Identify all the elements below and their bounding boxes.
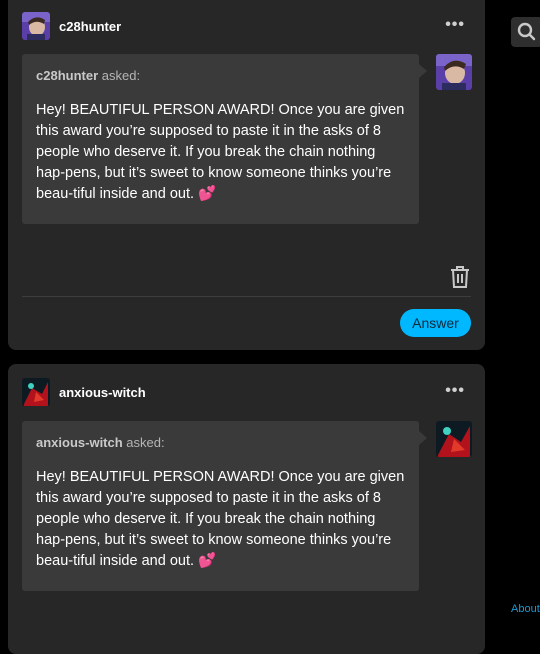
question-body: Hey! BEAUTIFUL PERSON AWARD! Once you ar… <box>36 469 405 569</box>
more-options-icon[interactable]: ••• <box>445 382 465 400</box>
trash-icon[interactable] <box>449 265 471 289</box>
about-link[interactable]: About <box>511 603 540 615</box>
question-body: Hey! BEAUTIFUL PERSON AWARD! Once you ar… <box>36 102 405 202</box>
ask-bubble: c28hunter asked: Hey! BEAUTIFUL PERSON A… <box>22 54 427 224</box>
heart-emoji: 💕 <box>198 186 217 202</box>
post-footer-divider <box>22 296 471 297</box>
ask-question-text: Hey! BEAUTIFUL PERSON AWARD! Once you ar… <box>36 467 408 572</box>
bubble-pointer <box>419 431 427 445</box>
ask-post-card: anxious-witch ••• anxious-witch asked: H… <box>8 364 485 654</box>
dashboard-feed: c28hunter ••• c28hunter asked: Hey! BEAU… <box>0 0 497 654</box>
ask-question-text: Hey! BEAUTIFUL PERSON AWARD! Once you ar… <box>36 100 408 205</box>
asked-line: c28hunter asked: <box>36 68 140 83</box>
heart-emoji: 💕 <box>198 553 217 569</box>
search-icon[interactable] <box>511 17 540 47</box>
asker-avatar[interactable] <box>436 421 472 457</box>
asker-name[interactable]: c28hunter <box>36 68 98 83</box>
answer-button[interactable]: Answer <box>400 309 471 337</box>
post-username[interactable]: anxious-witch <box>59 385 146 400</box>
asked-label: asked: <box>122 435 165 450</box>
post-header: anxious-witch ••• <box>22 378 471 410</box>
asked-line: anxious-witch asked: <box>36 435 165 450</box>
right-sidebar: About <box>497 0 540 626</box>
ask-post-card: c28hunter ••• c28hunter asked: Hey! BEAU… <box>8 0 485 350</box>
ask-bubble: anxious-witch asked: Hey! BEAUTIFUL PERS… <box>22 421 427 591</box>
asked-label: asked: <box>98 68 141 83</box>
more-options-icon[interactable]: ••• <box>445 16 465 34</box>
blog-avatar[interactable] <box>22 378 50 406</box>
asker-name[interactable]: anxious-witch <box>36 435 123 450</box>
blog-avatar[interactable] <box>22 12 50 40</box>
post-header: c28hunter ••• <box>22 12 471 44</box>
bubble-pointer <box>419 64 427 78</box>
post-username[interactable]: c28hunter <box>59 19 121 34</box>
asker-avatar[interactable] <box>436 54 472 90</box>
